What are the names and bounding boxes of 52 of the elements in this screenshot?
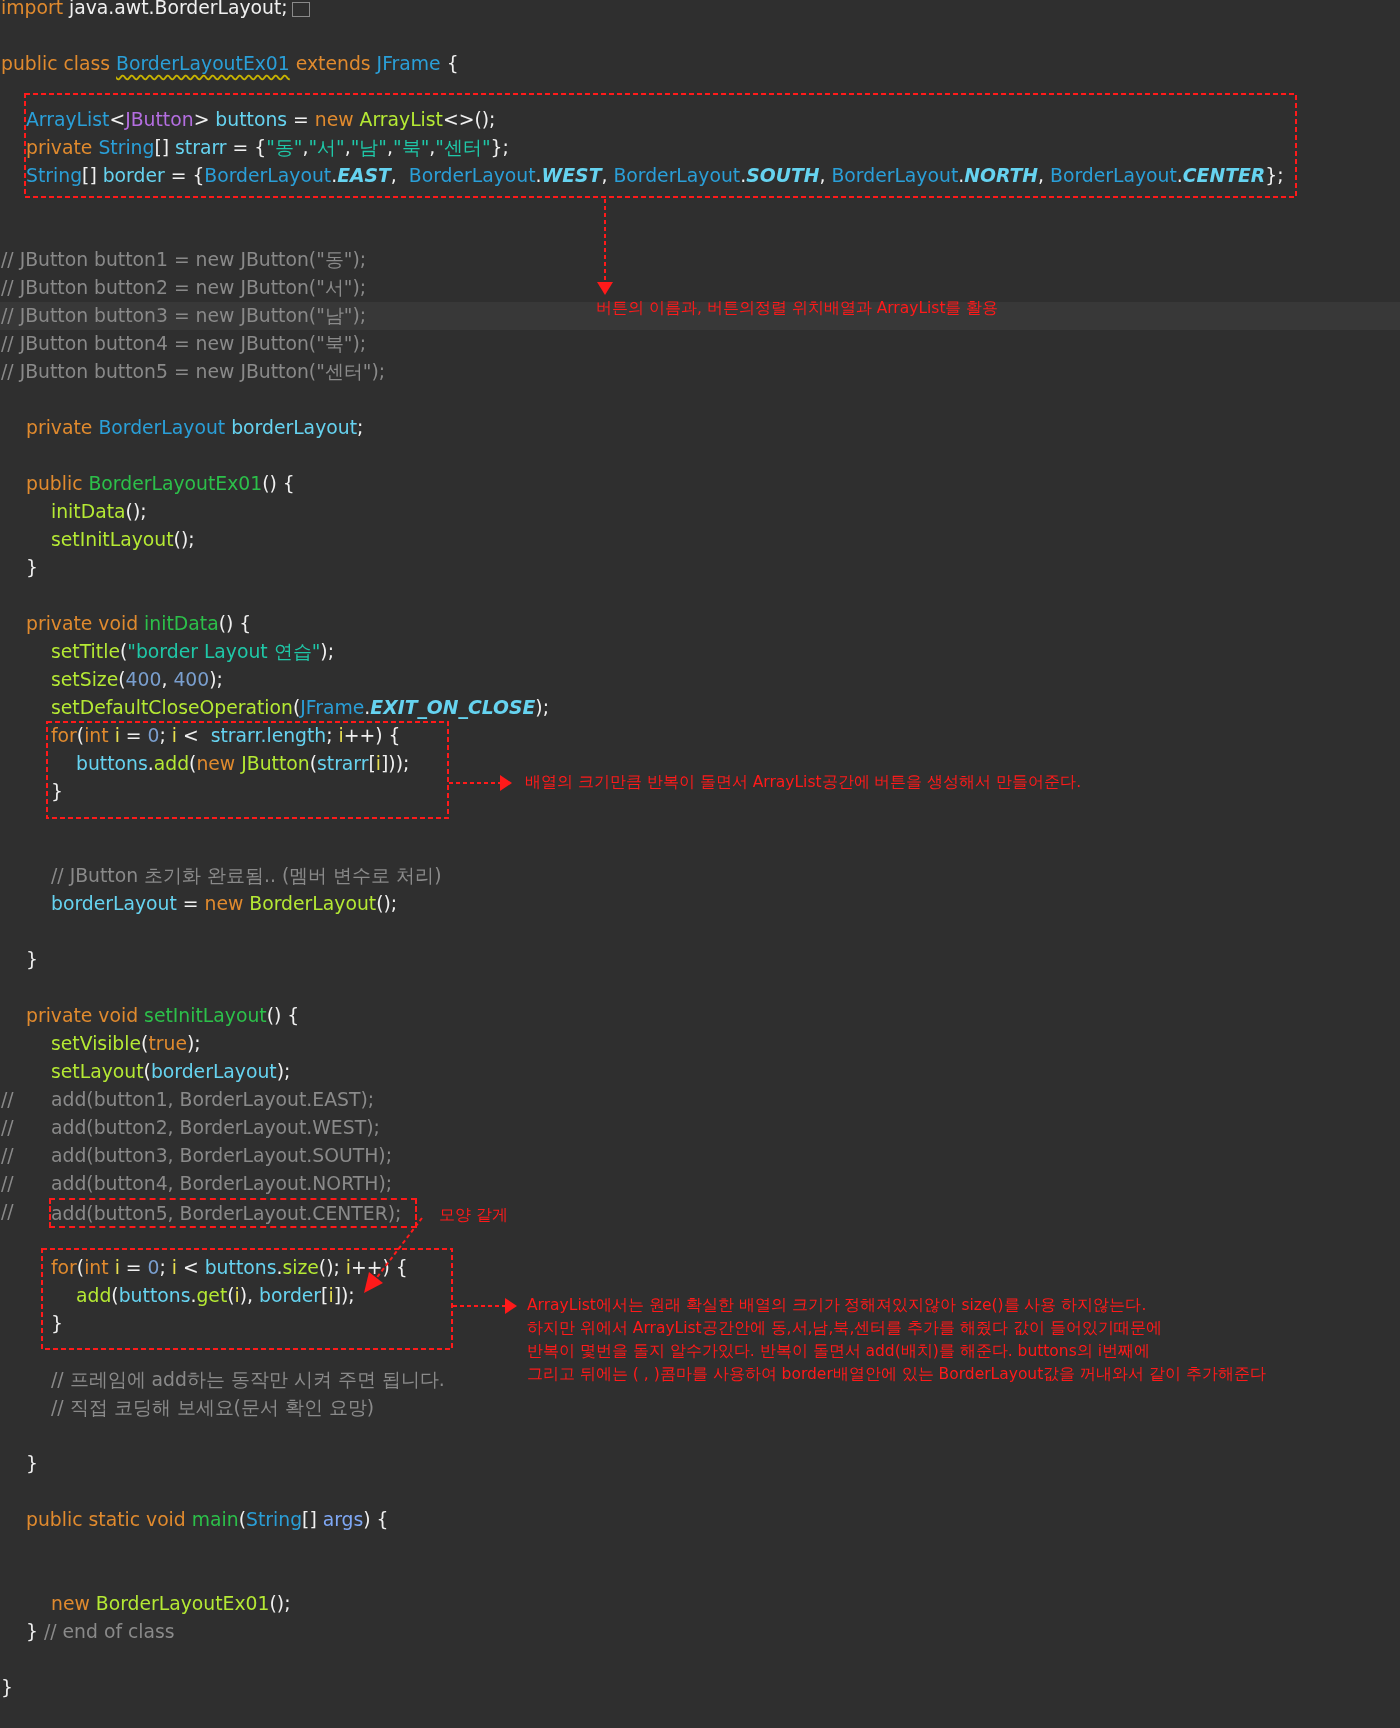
code-line: new BorderLayoutEx01();	[50, 1592, 291, 1616]
code-line: add(buttons.get(i), border[i]);	[75, 1284, 355, 1308]
code-line: public static void main(String[] args) {	[25, 1508, 389, 1532]
annotation-text: ArrayList에서는 원래 확실한 배열의 크기가 정해져있지않아 size()를 사용 하지않는다.	[527, 1295, 1147, 1316]
code-line: }	[50, 780, 63, 804]
code-line: // 프레임에 add하는 동작만 시켜 주면 됩니다.	[50, 1368, 445, 1392]
code-line: // add(button5, BorderLayout.CENTER);	[0, 1198, 418, 1226]
code-line: public class BorderLayoutEx01 extends JFrame {	[0, 52, 459, 76]
code-line: // JButton button4 = new JButton("북");	[0, 332, 367, 356]
code-line: }	[25, 556, 38, 580]
annotation-text: 하지만 위에서 ArrayList공간안에 동,서,남,북,센터를 추가를 해줬다 값이 들어있기때문에	[527, 1318, 1163, 1339]
annotation-text: 반복이 몇번을 돌지 알수가있다. 반복이 돌면서 add(배치)를 해준다. buttons의 i번째에	[527, 1341, 1150, 1362]
code-line: // JButton button5 = new JButton("센터");	[0, 360, 386, 384]
code-line: // JButton button2 = new JButton("서");	[0, 276, 367, 300]
code-line: // JButton button1 = new JButton("동");	[0, 248, 367, 272]
annotation-text: 배열의 크기만큼 반복이 돌면서 ArrayList공간에 버튼을 생성해서 만들어준다.	[525, 772, 1082, 793]
code-line: setSize(400, 400);	[50, 668, 223, 692]
annotation-text: 모양 같게	[439, 1205, 508, 1226]
code-line: String[] border = {BorderLayout.EAST, BorderLayout.WEST, BorderLayout.SOUTH, BorderLayout.NORTH, BorderLayout.CENTER};	[25, 164, 1284, 188]
code-line: // add(button2, BorderLayout.WEST);	[0, 1116, 380, 1140]
code-line: setInitLayout();	[50, 528, 195, 552]
code-line: borderLayout = new BorderLayout();	[50, 892, 398, 916]
code-line: } // end of class	[25, 1620, 175, 1644]
code-line: setVisible(true);	[50, 1032, 201, 1056]
code-line: private BorderLayout borderLayout;	[25, 416, 364, 440]
arrow	[452, 1298, 517, 1314]
annotation-text: 버튼의 이름과, 버튼의정렬 위치배열과 ArrayList를 활용	[596, 298, 999, 319]
code-line: setDefaultCloseOperation(JFrame.EXIT_ON_CLOSE);	[50, 696, 549, 721]
code-line: public BorderLayoutEx01() {	[25, 472, 295, 496]
code-line: for(int i = 0; i < buttons.size(); i++) {	[50, 1256, 408, 1280]
code-line: // add(button1, BorderLayout.EAST);	[0, 1088, 375, 1112]
code-line: // JButton 초기화 완료됨.. (멤버 변수로 처리)	[50, 864, 442, 888]
code-line: setTitle("border Layout 연습");	[50, 640, 334, 664]
code-line: // add(button3, BorderLayout.SOUTH);	[0, 1144, 392, 1168]
code-line: private void setInitLayout() {	[25, 1004, 300, 1028]
code-line: }	[0, 1676, 13, 1700]
code-line: setLayout(borderLayout);	[50, 1060, 291, 1084]
code-line: initData();	[50, 500, 147, 524]
fold-icon[interactable]	[292, 2, 310, 17]
code-line: // add(button4, BorderLayout.NORTH);	[0, 1172, 393, 1196]
code-line: ArrayList<JButton> buttons = new ArrayList<>();	[25, 108, 496, 132]
code-line: }	[25, 948, 38, 972]
code-line: }	[25, 1452, 38, 1476]
arrow	[448, 775, 512, 791]
annotation-text: 그리고 뒤에는 ( , )콤마를 사용하여 border배열안에 있는 BorderLayout값을 꺼내와서 같이 추가해준다	[527, 1364, 1267, 1385]
code-line: }	[50, 1312, 63, 1336]
code-line: // 직접 코딩해 보세요(문서 확인 요망)	[50, 1396, 375, 1420]
code-line: buttons.add(new JButton(strarr[i]));	[75, 752, 410, 776]
code-line: import java.awt.BorderLayout;	[0, 0, 288, 20]
code-line: private String[] strarr = {"동","서","남","북","센터"};	[25, 136, 509, 160]
code-line: for(int i = 0; i < strarr.length; i++) {	[50, 724, 401, 748]
code-line: private void initData() {	[25, 612, 252, 636]
